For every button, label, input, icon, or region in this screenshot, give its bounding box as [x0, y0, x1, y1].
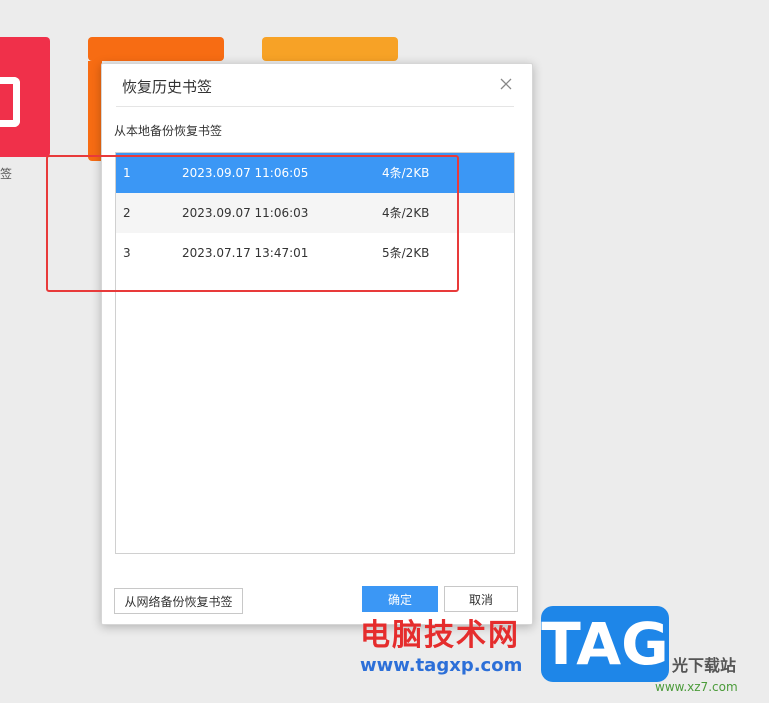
local-backup-heading: 从本地备份恢复书签	[114, 124, 223, 138]
app-tile-orange-body	[88, 61, 102, 161]
restore-bookmarks-dialog: 恢复历史书签 从本地备份恢复书签 1 2023.09.07 11:06:05 4…	[101, 63, 533, 625]
watermark-tag-logo: TAG	[541, 606, 669, 682]
watermark-url: www.tagxp.com	[360, 655, 523, 676]
app-tile-red[interactable]	[0, 37, 50, 157]
backup-index: 3	[123, 246, 131, 260]
backup-row[interactable]: 2 2023.09.07 11:06:03 4条/2KB	[116, 193, 514, 233]
backup-time: 2023.09.07 11:06:05	[182, 166, 309, 180]
watermark-xz-url: www.xz7.com	[655, 680, 738, 694]
backup-index: 1	[123, 166, 131, 180]
restore-from-network-button[interactable]: 从网络备份恢复书签	[114, 588, 243, 614]
backup-size: 5条/2KB	[382, 246, 430, 260]
backup-size: 4条/2KB	[382, 206, 430, 220]
title-divider	[116, 106, 514, 107]
backup-time: 2023.07.17 13:47:01	[182, 246, 309, 260]
app-tile-yellow[interactable]	[262, 37, 398, 61]
backup-index: 2	[123, 206, 131, 220]
ok-button[interactable]: 确定	[362, 586, 438, 612]
backup-row[interactable]: 1 2023.09.07 11:06:05 4条/2KB	[116, 153, 514, 193]
backup-row[interactable]: 3 2023.07.17 13:47:01 5条/2KB	[116, 233, 514, 273]
backup-list[interactable]: 1 2023.09.07 11:06:05 4条/2KB 2 2023.09.0…	[115, 152, 515, 554]
close-icon[interactable]	[498, 76, 514, 92]
backup-time: 2023.09.07 11:06:03	[182, 206, 309, 220]
watermark-site-name: 电脑技术网	[360, 618, 520, 653]
cancel-button[interactable]: 取消	[444, 586, 518, 612]
app-tile-glyph-icon	[0, 77, 20, 127]
backup-size: 4条/2KB	[382, 166, 430, 180]
dialog-title: 恢复历史书签	[122, 78, 213, 96]
watermark-xz-name: 光下载站	[672, 656, 737, 675]
tile-caption: 签	[0, 167, 13, 181]
app-tile-orange[interactable]	[88, 37, 224, 61]
